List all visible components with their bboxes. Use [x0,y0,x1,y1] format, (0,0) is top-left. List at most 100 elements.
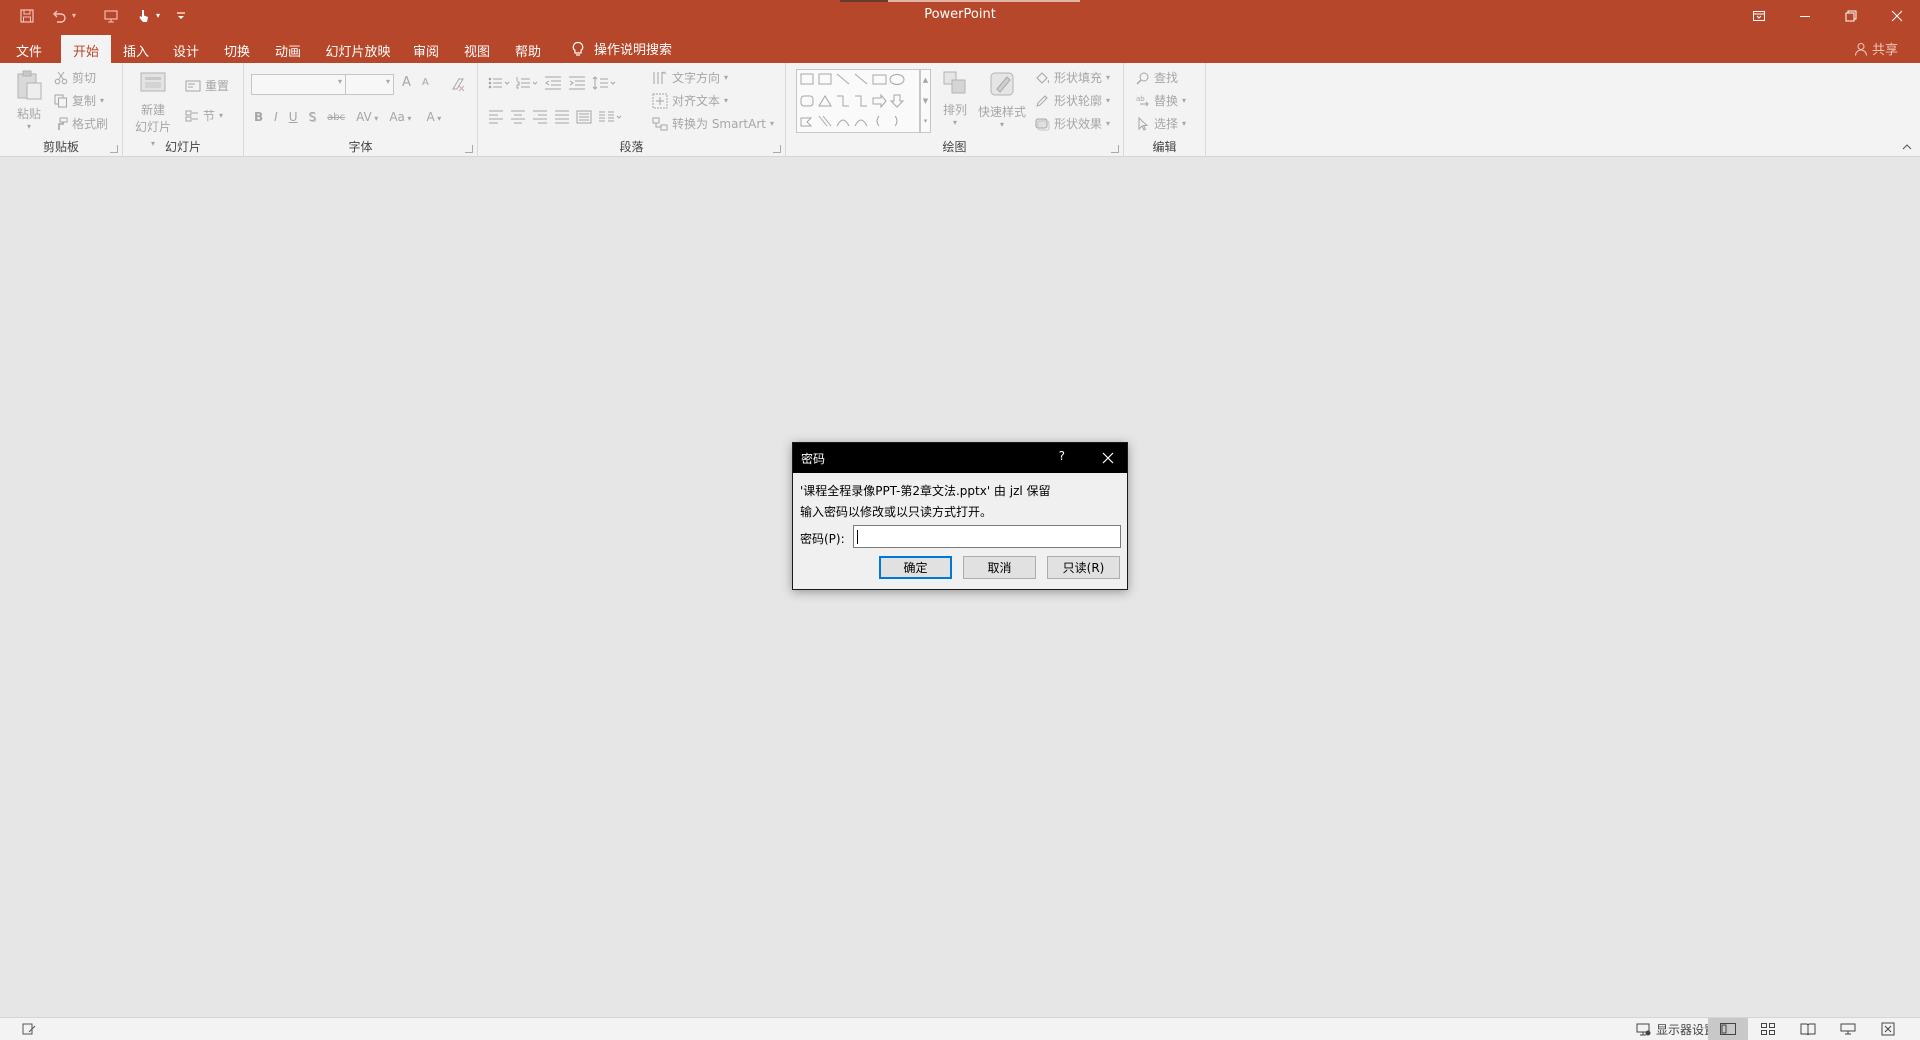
align-text-button[interactable]: 对齐文本 ▾ [652,92,728,109]
copy-button[interactable]: 复制 ▾ [54,92,104,109]
ribbon-display-options-icon[interactable] [1736,0,1782,31]
password-input[interactable] [853,525,1121,548]
display-settings-button[interactable]: 显示器设置 [1636,1021,1716,1038]
font-name-box[interactable]: ▾ [251,74,346,95]
minimize-icon[interactable] [1782,0,1828,31]
display-settings-icon [1636,1023,1651,1035]
shape-fill-button[interactable]: 形状填充 ▾ [1034,69,1110,86]
title-accent-bar [840,0,1080,2]
arrange-button[interactable]: 排列 ▾ [938,69,972,127]
title-bar: ▾ ▾ PowerPoint [0,0,1920,31]
format-painter-button[interactable]: 格式刷 [54,115,108,132]
new-slide-icon [140,72,166,92]
tab-animations[interactable]: 动画 [266,35,310,63]
tab-insert[interactable]: 插入 [114,35,158,63]
tell-me-search[interactable]: 操作说明搜索 [570,39,672,58]
restore-icon[interactable] [1828,0,1874,31]
strikethrough-button[interactable]: abc [327,112,345,123]
italic-button[interactable]: I [274,110,278,124]
tab-transitions[interactable]: 切换 [215,35,259,63]
clear-formatting-icon[interactable] [450,76,466,92]
arrange-dropdown-icon: ▾ [952,118,957,127]
tab-file[interactable]: 文件 [8,35,50,63]
bold-button[interactable]: B [254,110,263,124]
change-case-button[interactable]: Aa ▾ [389,110,411,124]
help-button[interactable]: ? [1059,449,1065,463]
replace-button[interactable]: ab 替换 ▾ [1136,92,1186,109]
tab-home[interactable]: 开始 [61,35,111,63]
text-direction-button[interactable]: 文字方向 ▾ [652,69,728,86]
clipboard-launcher-icon[interactable] [110,145,118,153]
bullets-icon[interactable] [488,76,510,90]
share-label: 共享 [1871,43,1898,58]
align-center-icon[interactable] [510,110,526,124]
slideshow-view-icon[interactable] [1828,1018,1868,1040]
cut-button[interactable]: 剪切 [54,69,96,86]
smartart-icon [652,117,668,130]
gallery-down-icon[interactable]: ▼ [921,91,930,112]
ok-button[interactable]: 确定 [879,556,952,579]
char-spacing-button[interactable]: AV ▾ [356,110,378,124]
gallery-more-icon[interactable]: ▾ [921,112,930,130]
grow-font-button[interactable]: A [402,75,411,90]
read-only-button[interactable]: 只读(R) [1047,556,1120,579]
shadow-button[interactable]: S [309,110,317,124]
normal-view-icon[interactable] [1708,1018,1748,1040]
shrink-font-button[interactable]: A [422,77,429,88]
tab-design[interactable]: 设计 [164,35,208,63]
tab-slideshow[interactable]: 幻灯片放映 [320,35,396,63]
password-label: 密码(P): [800,532,845,546]
paste-button[interactable]: 粘贴 ▾ [14,69,44,131]
shape-outline-button[interactable]: 形状轮廓 ▾ [1034,92,1110,109]
increase-indent-icon[interactable] [568,76,586,90]
font-color-button[interactable]: A ▾ [426,110,441,124]
close-window-icon[interactable] [1874,0,1920,31]
convert-smartart-button[interactable]: 转换为 SmartArt ▾ [652,115,774,132]
font-size-box[interactable]: ▾ [345,74,394,95]
font-name-dropdown-icon: ▾ [337,77,342,86]
window-controls [1736,0,1920,31]
cancel-button[interactable]: 取消 [963,556,1036,579]
slide-sorter-icon[interactable] [1748,1018,1788,1040]
align-right-icon[interactable] [532,110,548,124]
shape-outline-label: 形状轮廓 [1054,94,1103,108]
numbering-icon[interactable] [516,76,538,90]
accessibility-check-icon[interactable] [22,1022,36,1036]
find-button[interactable]: 查找 [1136,69,1178,86]
dialog-close-button[interactable] [1097,447,1119,469]
search-icon [1136,72,1149,84]
paragraph-launcher-icon[interactable] [773,145,781,153]
shapes-gallery-scroll[interactable]: ▲ ▼ ▾ [920,69,931,133]
text-direction-label: 文字方向 [672,71,721,85]
share-button[interactable]: 共享 [1854,39,1898,58]
underline-button[interactable]: U [289,110,298,124]
shapes-gallery[interactable] [796,69,920,133]
gallery-up-icon[interactable]: ▲ [921,70,930,91]
reset-button[interactable]: 重置 [185,77,229,94]
new-slide-button[interactable]: 新建 幻灯片 ▾ [133,69,173,149]
quick-styles-button[interactable]: 快速样式 ▾ [976,69,1028,129]
select-button[interactable]: 选择 ▾ [1136,115,1186,132]
align-left-icon[interactable] [488,110,504,124]
tab-review[interactable]: 审阅 [404,35,448,63]
shape-effects-button[interactable]: 形状效果 ▾ [1034,115,1110,132]
decrease-indent-icon[interactable] [544,76,562,90]
tab-help[interactable]: 帮助 [506,35,550,63]
collapse-ribbon-icon[interactable] [1902,142,1912,152]
font-launcher-icon[interactable] [465,145,473,153]
reading-view-icon[interactable] [1788,1018,1828,1040]
columns-icon[interactable] [598,110,622,124]
line-spacing-icon[interactable] [592,76,616,90]
drawing-group-label: 绘图 [942,140,967,154]
smartart-dropdown-icon: ▾ [769,119,774,128]
dialog-title: 密码 [801,452,826,466]
drawing-launcher-icon[interactable] [1111,145,1119,153]
replace-dropdown-icon: ▾ [1182,96,1187,105]
distributed-icon[interactable] [576,110,592,124]
fit-to-window-icon[interactable] [1868,1018,1908,1040]
justify-icon[interactable] [554,110,570,124]
find-label: 查找 [1154,71,1179,85]
font-size-dropdown-icon: ▾ [385,77,390,86]
tab-view[interactable]: 视图 [455,35,499,63]
section-button[interactable]: 节 ▾ [185,107,223,124]
